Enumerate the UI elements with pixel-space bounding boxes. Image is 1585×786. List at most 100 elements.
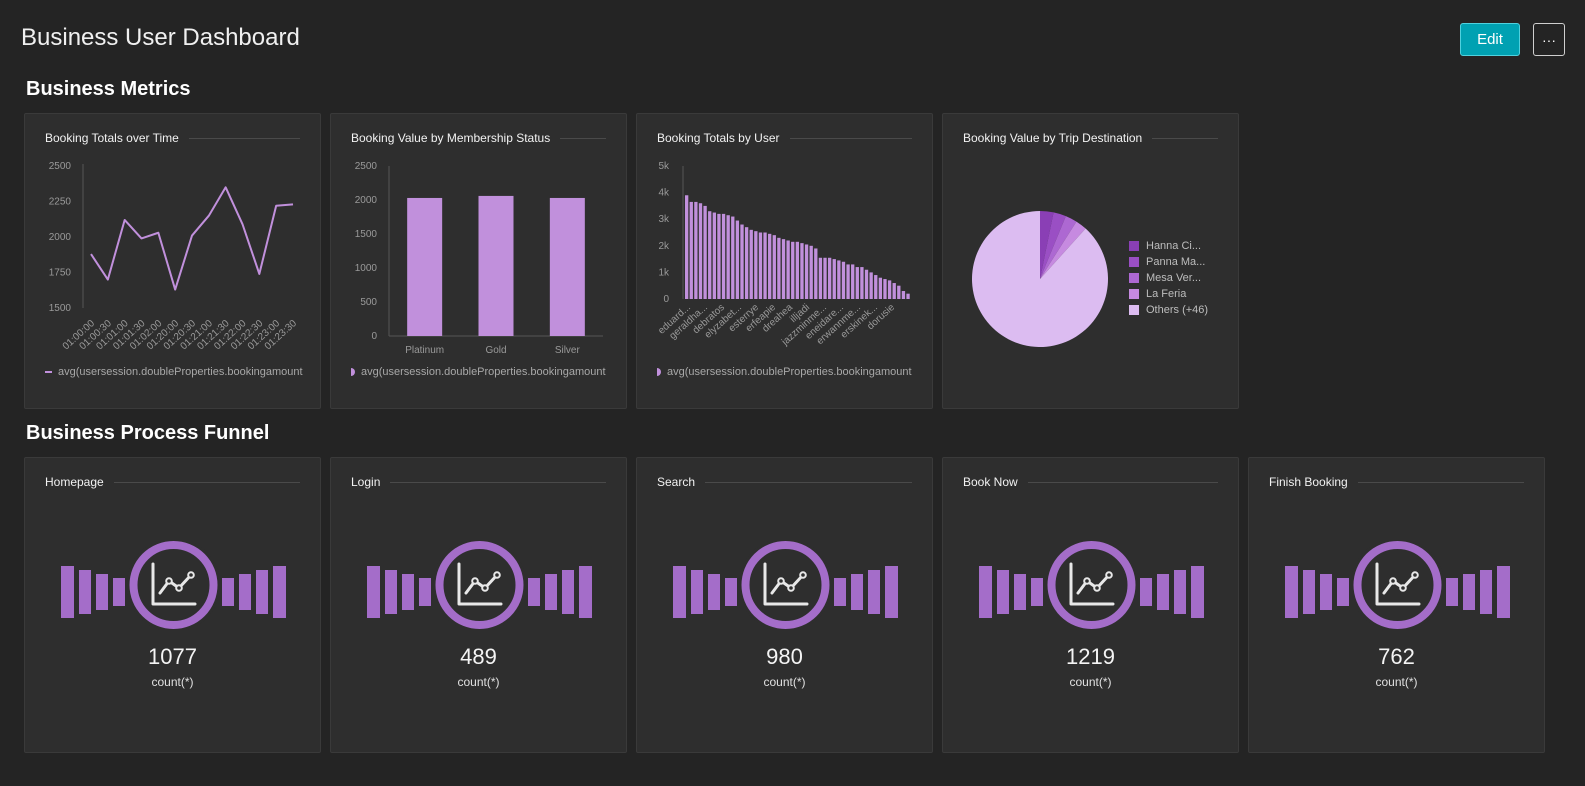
tile-title: Login	[351, 475, 381, 489]
line-chart-icon	[1285, 540, 1510, 632]
bar	[781, 239, 786, 299]
funnel-tile-book-now[interactable]: Book Now 1219 count(*)	[942, 457, 1239, 753]
bar-chart: 2500 2000 1500 1000 500 0 Platinum Gold Silver	[355, 161, 603, 356]
bar	[768, 233, 772, 299]
page-title: Business User Dashboard	[21, 24, 300, 51]
bar	[897, 285, 901, 299]
edit-button[interactable]: Edit	[1460, 23, 1520, 56]
bar	[800, 243, 804, 299]
y-tick-label: 3k	[658, 214, 670, 225]
tile-title: Homepage	[45, 475, 104, 489]
bar	[791, 241, 795, 299]
funnel-tile-finish-booking[interactable]: Finish Booking 762 count(*)	[1248, 457, 1545, 753]
bar	[685, 195, 689, 299]
y-tick-label: 1000	[355, 263, 378, 274]
funnel-count-unit: count(*)	[763, 675, 806, 689]
more-options-button[interactable]: ···	[1533, 23, 1565, 56]
bar	[869, 272, 873, 299]
chart-legend: avg(usersession.doubleProperties.booking…	[45, 366, 307, 378]
tile-divider	[705, 481, 912, 483]
bar	[906, 293, 910, 299]
bar	[407, 197, 443, 336]
bar	[708, 211, 712, 299]
bar	[814, 248, 818, 299]
section-title-business-metrics: Business Metrics	[26, 78, 191, 100]
bar	[841, 261, 846, 299]
tile-divider	[1027, 481, 1218, 483]
pie-slice	[972, 211, 1108, 347]
tile-divider	[1152, 137, 1218, 139]
bar	[478, 195, 514, 336]
bar	[846, 264, 850, 299]
tile-booking-value-by-destination[interactable]: Booking Value by Trip Destination Hanna …	[942, 113, 1239, 409]
bar	[754, 231, 758, 299]
pie-legend: Hanna Ci... Panna Ma... Mesa Ver... La Feri…	[1129, 238, 1208, 318]
bar	[901, 291, 906, 299]
legend-label: Hanna Ci...	[1146, 240, 1202, 252]
tile-header: Finish Booking	[1269, 475, 1524, 489]
legend-swatch	[1129, 289, 1139, 299]
y-tick-label: 2500	[49, 161, 72, 172]
line-chart-icon	[61, 540, 286, 632]
tile-booking-totals-over-time[interactable]: Booking Totals over Time 2500 2250 2000 175…	[24, 113, 321, 409]
line-chart-icon	[979, 540, 1204, 632]
funnel-count-value: 762	[1378, 644, 1415, 669]
legend-swatch	[1129, 241, 1139, 251]
legend-label: La Feria	[1146, 288, 1187, 300]
funnel-tile-homepage[interactable]: Homepage 1077 count(*)	[24, 457, 321, 753]
bar	[855, 267, 859, 299]
funnel-count-value: 1077	[148, 644, 197, 669]
tile-title: Search	[657, 475, 696, 489]
legend-swatch	[351, 368, 355, 376]
line-chart-icon	[673, 540, 898, 632]
y-tick-label: 0	[371, 331, 377, 342]
pie-legend-item: Panna Ma...	[1129, 254, 1208, 270]
y-tick-label: 4k	[658, 188, 670, 199]
bar	[883, 279, 887, 299]
bar	[777, 237, 781, 299]
funnel-tile-search[interactable]: Search 980 count(*)	[636, 457, 933, 753]
tile-divider	[390, 481, 606, 483]
bar	[758, 232, 763, 299]
bar	[740, 224, 744, 299]
funnel-count-value: 1219	[1066, 644, 1115, 669]
bar	[698, 203, 703, 299]
bar	[827, 257, 832, 299]
bar	[726, 215, 730, 299]
funnel-count-unit: count(*)	[151, 675, 194, 689]
legend-label: Others (+46)	[1146, 304, 1209, 316]
funnel-tile-login[interactable]: Login 489 count(*)	[330, 457, 627, 753]
y-tick-label: 2500	[355, 161, 378, 172]
y-tick-label: 2000	[49, 232, 72, 243]
chart-legend: avg(usersession.doubleProperties.booking…	[351, 366, 613, 378]
bar	[763, 232, 767, 299]
y-tick-label: 2000	[355, 195, 378, 206]
bar	[860, 267, 864, 299]
legend-swatch	[1129, 257, 1139, 267]
tile-divider	[1357, 481, 1524, 483]
pie-legend-item: Hanna Ci...	[1129, 238, 1208, 254]
bar	[721, 213, 726, 299]
y-tick-label: 500	[360, 297, 377, 308]
tile-header: Homepage	[45, 475, 300, 489]
y-tick-label: 1500	[49, 303, 72, 314]
pie-legend-item: Others (+46)	[1129, 302, 1208, 318]
funnel-count-unit: count(*)	[1375, 675, 1418, 689]
bar	[749, 229, 753, 299]
pie-legend-item: Mesa Ver...	[1129, 270, 1208, 286]
legend-label: avg(usersession.doubleProperties.booking…	[667, 366, 912, 378]
legend-line-swatch	[45, 371, 52, 373]
bar	[786, 240, 790, 299]
bar	[809, 245, 813, 299]
line-chart: 2500225020001750150001:00:0001:00:3001:0…	[49, 161, 300, 352]
y-tick-label: 0	[663, 294, 669, 305]
bar	[744, 227, 749, 299]
bar	[549, 197, 585, 336]
tile-booking-value-by-membership[interactable]: Booking Value by Membership Status 2500 2…	[330, 113, 627, 409]
y-tick-label: 2k	[658, 241, 670, 252]
funnel-count-value: 489	[460, 644, 497, 669]
pie-chart	[972, 211, 1108, 347]
tile-header: Search	[657, 475, 912, 489]
tile-booking-totals-by-user[interactable]: Booking Totals by User 5k 4k 3k 2k 1k 0 eduard…	[636, 113, 933, 409]
bar	[837, 260, 841, 299]
